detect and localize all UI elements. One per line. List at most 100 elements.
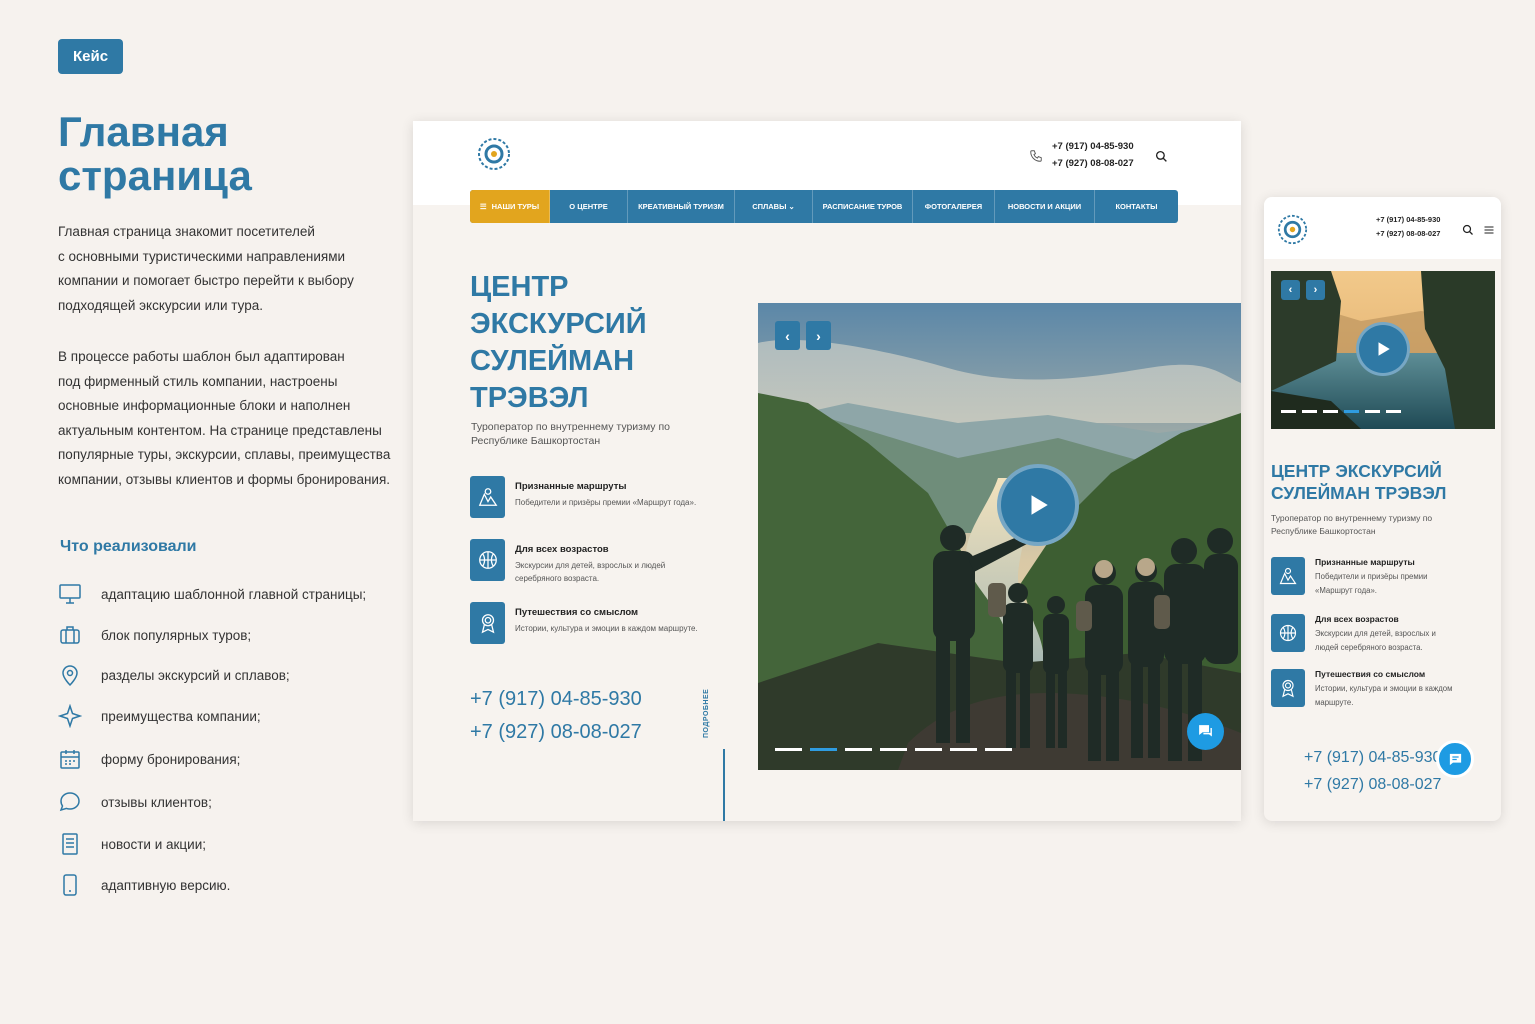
nav-label: НАШИ ТУРЫ: [491, 202, 540, 211]
hamburger-menu-icon[interactable]: [1483, 224, 1495, 236]
calendar-icon: [60, 750, 80, 769]
phone-icon: [1030, 150, 1042, 162]
advantage-item: Путешествия со смыслом Истории, культура …: [1271, 669, 1452, 709]
big-phone-2[interactable]: +7 (927) 08-08-027: [1304, 776, 1441, 794]
feature-item: новости и акции;: [58, 832, 388, 856]
menu-icon: ☰: [479, 202, 487, 211]
slider-next-button[interactable]: ›: [1306, 280, 1325, 300]
award-icon: [470, 602, 505, 644]
advantage-text: Истории, культура и эмоции в каждом марш…: [1315, 684, 1453, 707]
logo-icon[interactable]: [477, 137, 511, 171]
chat-button[interactable]: [1436, 740, 1474, 778]
header-phone-2[interactable]: +7 (927) 08-08-027: [1052, 155, 1134, 172]
advantage-text: Истории, культура и эмоции в каждом марш…: [515, 624, 698, 633]
chat-icon: [1449, 753, 1461, 765]
slider-dot[interactable]: [915, 748, 942, 751]
feature-item: адаптацию шаблонной главной страницы;: [58, 582, 388, 606]
nav-item-tours[interactable]: ☰ НАШИ ТУРЫ: [470, 190, 550, 223]
feature-item: разделы экскурсий и сплавов;: [58, 663, 388, 687]
nav-item-schedule[interactable]: РАСПИСАНИЕ ТУРОВ: [813, 190, 913, 223]
ball-icon: [470, 539, 505, 581]
feature-label: отзывы клиентов;: [101, 794, 212, 810]
suitcase-icon: [60, 626, 80, 644]
hero-subtitle: Туроператор по внутреннему туризму по Ре…: [1271, 513, 1433, 536]
advantage-title: Для всех возрастов: [515, 544, 609, 555]
feature-item: блок популярных туров;: [58, 623, 388, 647]
advantage-title: Признанные маршруты: [515, 481, 627, 492]
intro-paragraph-2: В процессе работы шаблон был адаптирован…: [58, 349, 391, 487]
feature-item: адаптивную версию.: [58, 873, 388, 897]
chevron-right-icon: ›: [1313, 284, 1318, 296]
main-navigation: ☰ НАШИ ТУРЫ О ЦЕНТРЕ КРЕАТИВНЫЙ ТУРИЗМ СП…: [470, 190, 1178, 223]
big-phone-2[interactable]: +7 (927) 08-08-027: [470, 721, 642, 744]
nav-item-rafting[interactable]: СПЛАВЫ ⌄: [735, 190, 813, 223]
nav-item-contacts[interactable]: КОНТАКТЫ: [1095, 190, 1178, 223]
ball-icon: [1271, 614, 1305, 652]
more-link[interactable]: ПОДРОБНЕЕ: [703, 689, 710, 738]
play-video-button[interactable]: [1356, 322, 1410, 376]
slider-dot[interactable]: [880, 748, 907, 751]
chevron-left-icon: ‹: [1288, 284, 1293, 296]
feature-item: форму бронирования;: [58, 747, 388, 771]
sparkle-icon: [58, 704, 82, 728]
nav-item-about[interactable]: О ЦЕНТРЕ: [550, 190, 628, 223]
search-icon[interactable]: [1462, 224, 1474, 236]
big-phone-1[interactable]: +7 (917) 04-85-930: [1304, 749, 1441, 767]
nav-item-news[interactable]: НОВОСТИ И АКЦИИ: [995, 190, 1095, 223]
mobile-hero-slider[interactable]: ‹ ›: [1271, 271, 1495, 429]
more-line: [723, 749, 725, 821]
smartphone-icon: [63, 874, 77, 896]
logo-icon[interactable]: [1277, 214, 1308, 245]
advantage-text: Экскурсии для детей, взрослых и людей се…: [1315, 629, 1436, 652]
slider-dot[interactable]: [985, 748, 1012, 751]
advantage-text: Победители и призёры премии «Маршрут год…: [1315, 572, 1428, 595]
play-video-button[interactable]: [997, 464, 1079, 546]
slider-next-button[interactable]: ›: [806, 321, 831, 350]
play-icon: [1031, 495, 1048, 515]
nav-item-creative[interactable]: КРЕАТИВНЫЙ ТУРИЗМ: [628, 190, 735, 223]
slider-dots: [1281, 410, 1407, 413]
monitor-icon: [59, 584, 81, 604]
chat-button[interactable]: [1187, 713, 1224, 750]
header-phone-1[interactable]: +7 (917) 04-85-930: [1052, 138, 1134, 155]
play-icon: [1378, 342, 1390, 356]
feature-label: новости и акции;: [101, 836, 206, 852]
header-phone-1[interactable]: +7 (917) 04-85-930: [1376, 213, 1440, 227]
slider-prev-button[interactable]: ‹: [1281, 280, 1300, 300]
slider-dot[interactable]: [1281, 410, 1296, 413]
slider-dot[interactable]: [1386, 410, 1401, 413]
mobile-header: +7 (917) 04-85-930 +7 (927) 08-08-027: [1264, 197, 1501, 259]
advantage-title: Путешествия со смыслом: [1315, 669, 1426, 679]
chat-bubble-icon: [59, 792, 80, 812]
feature-label: адаптивную версию.: [101, 877, 231, 893]
feature-label: адаптацию шаблонной главной страницы;: [101, 586, 367, 602]
feature-item: отзывы клиентов;: [58, 790, 388, 814]
slider-dot[interactable]: [1323, 410, 1338, 413]
slider-dot[interactable]: [1344, 410, 1359, 413]
slider-dot[interactable]: [1365, 410, 1380, 413]
nav-item-gallery[interactable]: ФОТОГАЛЕРЕЯ: [913, 190, 995, 223]
page-title: Главная страница: [58, 108, 252, 199]
advantage-item: Признанные маршруты Победители и призёры …: [470, 476, 696, 518]
slider-dot[interactable]: [775, 748, 802, 751]
hero-title: ЦЕНТР ЭКСКУРСИЙ СУЛЕЙМАН ТРЭВЭЛ: [1271, 461, 1447, 503]
slider-dot[interactable]: [845, 748, 872, 751]
chevron-right-icon: ›: [816, 327, 821, 344]
slider-prev-button[interactable]: ‹: [775, 321, 800, 350]
feature-label: форму бронирования;: [101, 751, 241, 767]
desktop-mockup: +7 (917) 04-85-930 +7 (927) 08-08-027 ☰ Н…: [413, 121, 1241, 821]
slider-dot[interactable]: [810, 748, 837, 751]
big-phone-1[interactable]: +7 (917) 04-85-930: [470, 688, 642, 711]
search-icon[interactable]: [1155, 150, 1168, 163]
feature-label: разделы экскурсий и сплавов;: [101, 667, 290, 683]
advantage-item: Для всех возрастов Экскурсии для детей, в…: [1271, 614, 1436, 654]
case-badge[interactable]: Кейс: [58, 39, 123, 74]
slider-dot[interactable]: [950, 748, 977, 751]
hero-slider[interactable]: ‹ ›: [758, 303, 1241, 770]
advantage-title: Путешествия со смыслом: [515, 607, 639, 618]
slider-dot[interactable]: [1302, 410, 1317, 413]
advantage-item: Путешествия со смыслом Истории, культура …: [470, 602, 698, 644]
chat-icon: [1199, 725, 1212, 737]
header-phone-2[interactable]: +7 (927) 08-08-027: [1376, 227, 1440, 241]
feature-label: преимущества компании;: [101, 708, 261, 724]
